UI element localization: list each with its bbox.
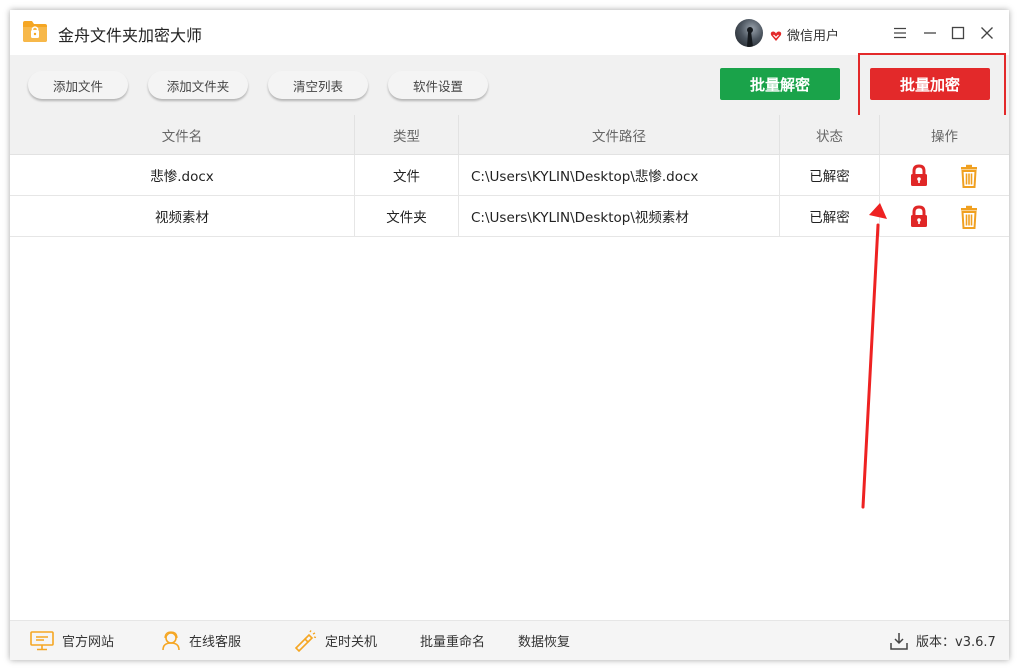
row-actions: [880, 196, 1009, 236]
download-icon: [890, 632, 908, 650]
status-bar: 官方网站 在线客服 定时关机 批量重命名 数据恢复 版本：v3.6.7: [10, 620, 1009, 660]
monitor-icon: [30, 630, 54, 650]
clear-list-button[interactable]: 清空列表: [268, 71, 368, 99]
title-bar: 金舟文件夹加密大师 微信用户: [10, 10, 1009, 55]
add-file-button[interactable]: 添加文件: [28, 71, 128, 99]
folder-lock-icon: [22, 19, 48, 43]
user-name[interactable]: 微信用户: [787, 25, 839, 44]
row-status: 已解密: [780, 155, 880, 195]
table-row[interactable]: 视频素材 文件夹 C:\Users\KYLIN\Desktop\视频素材 已解密: [10, 196, 1009, 237]
close-icon[interactable]: [976, 22, 998, 44]
row-path: C:\Users\KYLIN\Desktop\视频素材: [459, 196, 780, 236]
shutdown-label: 定时关机: [325, 635, 378, 650]
add-folder-button[interactable]: 添加文件夹: [148, 71, 248, 99]
app-window: 金舟文件夹加密大师 微信用户 添加文件 添加文件夹 清空列表 软件设置 批量解密…: [10, 10, 1009, 660]
header-type: 类型: [355, 115, 459, 154]
header-path: 文件路径: [459, 115, 780, 154]
website-link[interactable]: 官方网站: [30, 621, 114, 660]
encrypt-highlight-box: [858, 53, 1006, 117]
batch-decrypt-button[interactable]: 批量解密: [720, 68, 840, 100]
table-row[interactable]: 悲惨.docx 文件 C:\Users\KYLIN\Desktop\悲惨.doc…: [10, 155, 1009, 196]
row-path: C:\Users\KYLIN\Desktop\悲惨.docx: [459, 155, 780, 195]
avatar[interactable]: [735, 19, 763, 47]
version-label: 版本：v3.6.7: [916, 635, 996, 650]
recovery-link[interactable]: 数据恢复: [518, 621, 570, 660]
minimize-icon[interactable]: [919, 22, 941, 44]
support-link[interactable]: 在线客服: [161, 621, 241, 660]
maximize-icon[interactable]: [947, 22, 969, 44]
header-status: 状态: [780, 115, 880, 154]
website-label: 官方网站: [62, 635, 115, 650]
lock-icon[interactable]: [908, 205, 930, 229]
header-actions: 操作: [931, 128, 958, 145]
settings-button[interactable]: 软件设置: [388, 71, 488, 99]
row-actions: [880, 155, 1009, 195]
headset-user-icon: [162, 630, 180, 650]
row-name: 悲惨.docx: [10, 155, 355, 195]
rename-label: 批量重命名: [420, 635, 486, 650]
row-type: 文件夹: [355, 196, 459, 236]
file-table: 文件名 类型 文件路径 状态 操作 悲惨.docx 文件 C:\Users\KY…: [10, 115, 1009, 620]
recovery-label: 数据恢复: [518, 635, 571, 650]
vip-heart-icon: [770, 27, 782, 41]
trash-icon[interactable]: [958, 164, 980, 188]
shutdown-link[interactable]: 定时关机: [293, 621, 377, 660]
row-type: 文件: [355, 155, 459, 195]
app-title: 金舟文件夹加密大师: [58, 26, 203, 45]
flashlight-icon: [294, 629, 317, 652]
table-header: 文件名 类型 文件路径 状态 操作: [10, 115, 1009, 155]
support-label: 在线客服: [189, 635, 242, 650]
lock-icon[interactable]: [908, 164, 930, 188]
menu-icon[interactable]: [889, 22, 911, 44]
header-name: 文件名: [10, 115, 355, 154]
rename-link[interactable]: 批量重命名: [420, 621, 485, 660]
version-info[interactable]: 版本：v3.6.7: [890, 621, 996, 660]
row-name: 视频素材: [10, 196, 355, 236]
row-status: 已解密: [780, 196, 880, 236]
trash-icon[interactable]: [958, 205, 980, 229]
toolbar: 添加文件 添加文件夹 清空列表 软件设置 批量解密 批量加密: [10, 53, 1009, 117]
